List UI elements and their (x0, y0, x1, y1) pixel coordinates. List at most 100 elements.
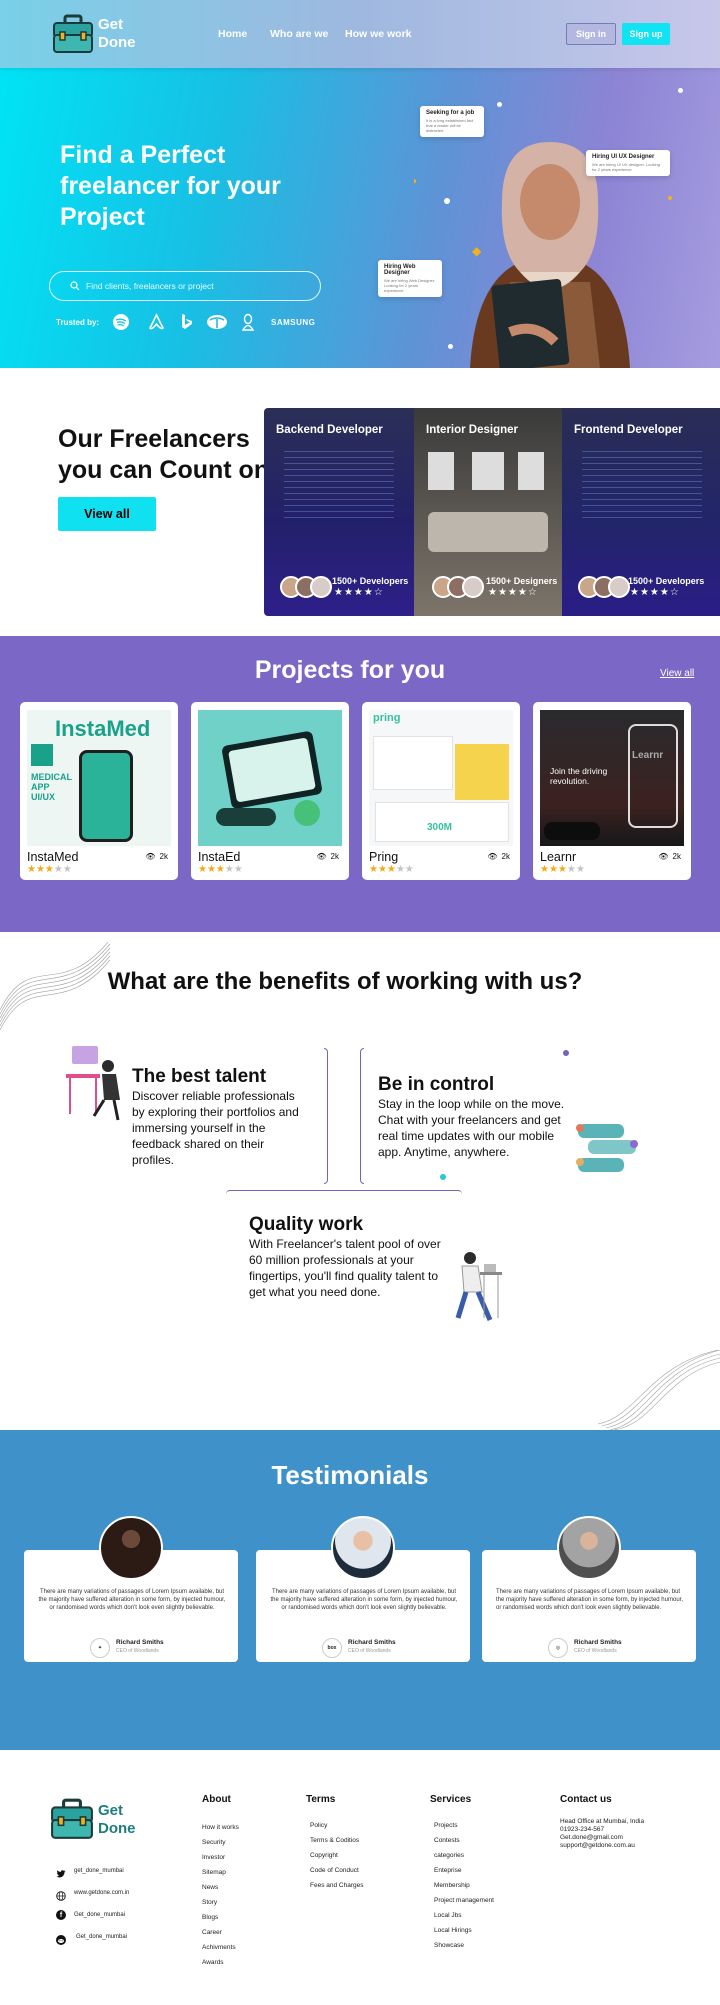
project-card-learnr[interactable]: Join the driving revolution. Learnr Lear… (533, 702, 691, 880)
footer-link[interactable]: Local Hirings (434, 1927, 494, 1942)
footer-link[interactable]: Copyright (310, 1852, 363, 1867)
freelancers-heading: Our Freelancers you can Count on (58, 425, 270, 484)
project-views: 👁 2k (145, 852, 168, 861)
twitter-icon[interactable] (56, 1866, 66, 1878)
footer-link[interactable]: Projects (434, 1822, 494, 1837)
globe-icon[interactable] (56, 1888, 66, 1901)
footer-link[interactable]: Awards (202, 1959, 239, 1974)
nav-who-are-we-link[interactable]: Who are we (270, 28, 328, 40)
tata-logo-icon (206, 313, 228, 333)
freelancers-view-all-button[interactable]: View all (58, 497, 156, 531)
thumb-figure: 300M (427, 822, 453, 833)
footer-contact-list: Head Office at Mumbai, India 01923-234-5… (560, 1818, 644, 1850)
ui-panel (455, 744, 509, 800)
footer-social-facebook[interactable]: Get_done_mumbai (74, 1912, 125, 1918)
footer-social-reddit[interactable]: Get_done_mumbai (76, 1934, 127, 1940)
toolbox-logo-icon[interactable] (50, 1798, 94, 1840)
footer-link[interactable]: Sitemap (202, 1869, 239, 1884)
learnr-thumbnail: Join the driving revolution. Learnr (540, 710, 684, 846)
footer-link[interactable]: Investor (202, 1854, 239, 1869)
footer-brand-name[interactable]: Get Done (98, 1802, 136, 1838)
spotify-logo-icon (112, 313, 130, 333)
footer-link[interactable]: Project management (434, 1897, 494, 1912)
cup-shape (294, 800, 320, 826)
testimonial-name: Richard Smiths (574, 1639, 622, 1646)
footer-link[interactable]: Enteprise (434, 1867, 494, 1882)
projects-section: Projects for you View all InstaMed MEDIC… (0, 636, 720, 932)
testimonials-heading: Testimonials (271, 1460, 429, 1490)
decor-dot (563, 1050, 569, 1056)
wall-art-image (518, 452, 544, 490)
thumb-title: pring (373, 712, 401, 724)
benefit-best-talent-text: Discover reliable professionals by explo… (132, 1089, 299, 1167)
testimonials-section: Testimonials There are many variations o… (0, 1430, 720, 1750)
contact-support-email[interactable]: support@getdone.com.au (560, 1842, 644, 1850)
contact-phone[interactable]: 01923-234-567 (560, 1826, 644, 1834)
facebook-icon[interactable]: f (56, 1910, 66, 1920)
footer-social-twitter[interactable]: get_done_mumbai (74, 1868, 124, 1874)
footer-social-website[interactable]: www.getdone.com.in (74, 1890, 129, 1896)
project-card-instaed[interactable]: InstaEd ★★★★★ 👁 2k (191, 702, 349, 880)
card-title: Interior Designer (426, 424, 519, 436)
cylinder-shape (216, 808, 276, 826)
avatar (557, 1516, 621, 1580)
footer-link[interactable]: Terms & Coditios (310, 1837, 363, 1852)
benefit-control-heading: Be in control (378, 1074, 495, 1095)
footer-services-list: Projects Contests categories Enteprise M… (434, 1822, 494, 1957)
reddit-icon[interactable] (56, 1932, 66, 1945)
footer-link[interactable]: News (202, 1884, 239, 1899)
brand-name[interactable]: Get Done (98, 16, 136, 52)
pring-thumbnail: pring 300M (369, 710, 513, 846)
card-title: Frontend Developer (574, 424, 683, 436)
card-rating-stars: ★★★★☆ (630, 587, 680, 598)
project-rating: ★★★★★ (27, 864, 72, 875)
benefits-heading: What are the benefits of working with us… (107, 968, 583, 995)
decor-dot (440, 1174, 446, 1180)
search-placeholder: Find clients, freelancers or project (86, 281, 214, 291)
nav-how-we-work-link[interactable]: How we work (345, 28, 412, 40)
decor-dot (497, 102, 502, 107)
avatar (99, 1516, 163, 1580)
project-views: 👁 2k (487, 852, 510, 861)
project-card-pring[interactable]: pring 300M Pring ★★★★★ 👁 2k (362, 702, 520, 880)
footer-link[interactable]: Story (202, 1899, 239, 1914)
footer-link[interactable]: How it works (202, 1824, 239, 1839)
toolbox-logo-icon[interactable] (52, 14, 94, 54)
footer-link[interactable]: Membership (434, 1882, 494, 1897)
footer-link[interactable]: Code of Conduct (310, 1867, 363, 1882)
footer-link[interactable]: Policy (310, 1822, 363, 1837)
sign-in-button[interactable]: Sign in (566, 23, 616, 45)
ui-panel (373, 736, 453, 790)
projects-view-all-link[interactable]: View all (660, 668, 694, 679)
footer-link[interactable]: Blogs (202, 1914, 239, 1929)
footer-link[interactable]: Showcase (434, 1942, 494, 1957)
card-interior-designer[interactable]: Interior Designer 1500+ Designers ★★★★☆ (414, 408, 562, 616)
thumb-title: Join the driving revolution. (550, 766, 608, 786)
chip-hiring-uiux: Hiring UI UX Designer We are hiring UI U… (586, 150, 670, 176)
trusted-by-label: Trusted by: (56, 318, 100, 327)
developer-avatars (280, 576, 332, 598)
card-backend-developer[interactable]: Backend Developer 1500+ Developers ★★★★☆ (264, 408, 414, 616)
person-at-desk-illustration (64, 1044, 126, 1124)
nav-home-link[interactable]: Home (218, 28, 247, 40)
thumb-subtitle: MEDICAL APP UI/UX (31, 772, 72, 802)
footer-link[interactable]: Local Jbs (434, 1912, 494, 1927)
benefit-best-talent-heading: The best talent (132, 1066, 267, 1087)
hero-search-input[interactable]: Find clients, freelancers or project (49, 271, 321, 301)
project-name: InstaMed (27, 850, 79, 864)
sign-up-button[interactable]: Sign up (622, 23, 670, 45)
footer-link[interactable]: Security (202, 1839, 239, 1854)
phone-mockup (628, 724, 678, 828)
footer-link[interactable]: Contests (434, 1837, 494, 1852)
testimonial-name: Richard Smiths (116, 1639, 164, 1646)
card-frontend-developer[interactable]: Frontend Developer 1500+ Developers ★★★★… (562, 408, 720, 616)
contact-email[interactable]: Get.done@gmail.com (560, 1834, 644, 1842)
code-screen-image (284, 448, 394, 518)
company-logo-icon: ✦ (90, 1638, 110, 1658)
card-rating-stars: ★★★★☆ (488, 587, 538, 598)
project-card-instamed[interactable]: InstaMed MEDICAL APP UI/UX InstaMed ★★★★… (20, 702, 178, 880)
footer-link[interactable]: Achivments (202, 1944, 239, 1959)
footer-link[interactable]: categories (434, 1852, 494, 1867)
footer-link[interactable]: Fees and Charges (310, 1882, 363, 1897)
footer-link[interactable]: Career (202, 1929, 239, 1944)
